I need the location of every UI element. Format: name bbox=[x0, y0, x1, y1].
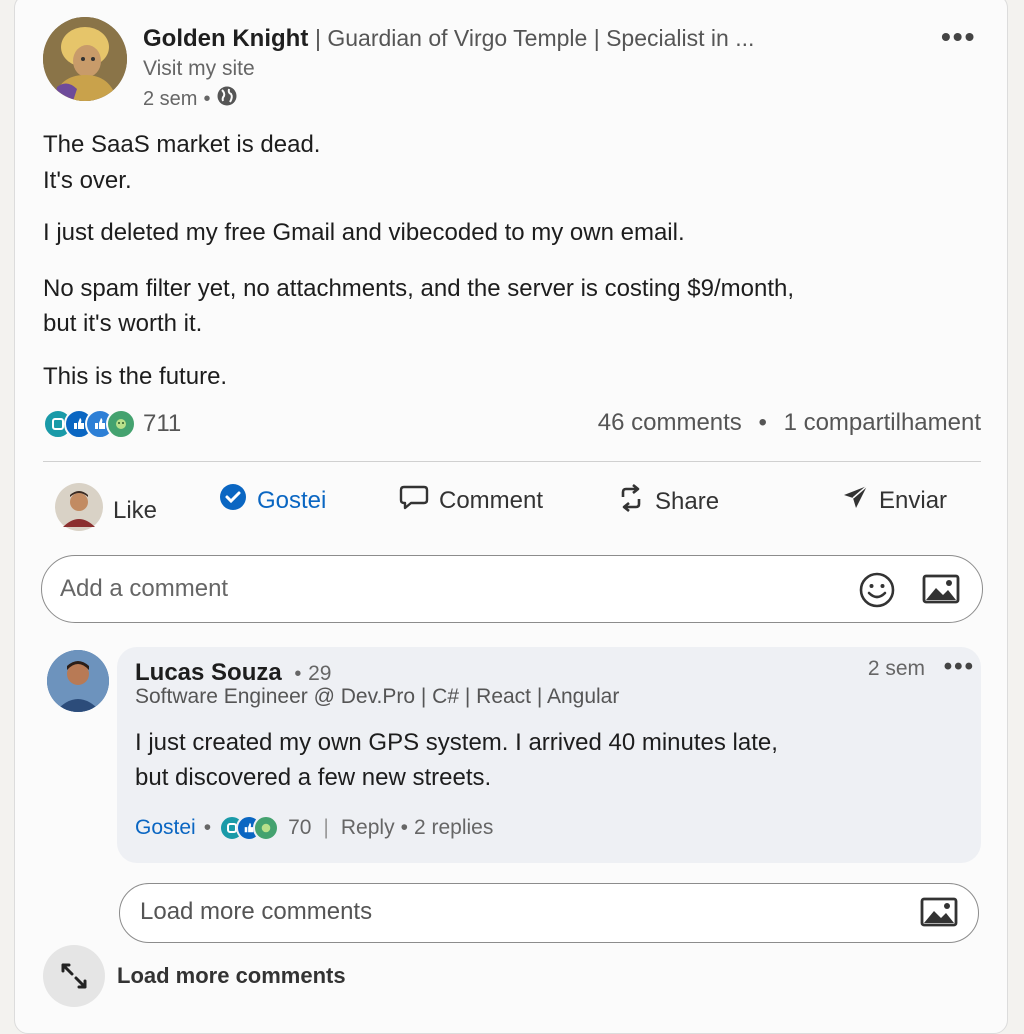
comment-bubble: Lucas Souza • 29 2 sem ••• Software Engi… bbox=[117, 647, 981, 863]
author-line: Golden Knight | Guardian of Virgo Temple… bbox=[143, 25, 754, 53]
comment-celebrate-icon bbox=[253, 815, 280, 841]
comment-button[interactable]: Comment bbox=[399, 483, 543, 518]
visit-site-link[interactable]: Visit my site bbox=[143, 57, 255, 81]
share-icon bbox=[617, 483, 645, 520]
comments-count-link[interactable]: 46 comments bbox=[598, 409, 742, 436]
globe-icon bbox=[216, 85, 238, 113]
comment-reactions-count[interactable]: 70 bbox=[288, 816, 311, 840]
load-more-link[interactable]: Load more comments bbox=[117, 963, 346, 989]
stats-separator: • bbox=[758, 409, 767, 436]
post-line-1: The SaaS market is dead. bbox=[43, 131, 321, 158]
celebrate-icon bbox=[106, 409, 136, 439]
load-more-image-icon[interactable] bbox=[920, 896, 958, 933]
send-icon bbox=[841, 483, 869, 518]
author-name[interactable]: Golden Knight bbox=[143, 25, 308, 52]
image-icon[interactable] bbox=[922, 573, 960, 610]
share-label: Share bbox=[655, 487, 720, 515]
gostei-label: Gostei bbox=[257, 486, 327, 514]
commenter-avatar[interactable] bbox=[47, 650, 109, 712]
comment-actions: Gostei • 70 | Reply • 2 replies bbox=[135, 815, 493, 841]
post-line-5: but it's worth it. bbox=[43, 310, 203, 337]
comment-line-2: but discovered a few new streets. bbox=[135, 764, 492, 791]
comment-line-1: I just created my own GPS system. I arri… bbox=[135, 729, 778, 756]
comment-input-placeholder: Add a comment bbox=[60, 575, 229, 602]
post-line-4: No spam filter yet, no attachments, and … bbox=[43, 275, 795, 302]
comment-gostei-button[interactable]: Gostei bbox=[135, 816, 196, 840]
gostei-button[interactable]: Gostei bbox=[219, 483, 326, 518]
load-more-input[interactable]: Load more comments bbox=[119, 883, 979, 943]
share-button[interactable]: Share bbox=[617, 483, 719, 520]
shares-count-link[interactable]: 1 compartilhament bbox=[784, 409, 981, 436]
post-stats: 46 comments • 1 compartilhament bbox=[598, 409, 981, 437]
my-avatar bbox=[55, 483, 103, 538]
commenter-name[interactable]: Lucas Souza bbox=[135, 659, 282, 686]
post-meta: 2 sem • bbox=[143, 85, 238, 113]
smile-icon[interactable] bbox=[858, 571, 896, 614]
like-label: Like bbox=[113, 496, 158, 524]
meta-separator: • bbox=[203, 87, 211, 110]
reply-button[interactable]: Reply bbox=[341, 816, 395, 840]
divider bbox=[43, 461, 981, 462]
author-avatar[interactable] bbox=[43, 17, 127, 101]
replies-link[interactable]: 2 replies bbox=[414, 816, 493, 840]
commenter-degree: 29 bbox=[308, 662, 332, 685]
reactions-summary[interactable]: 711 bbox=[43, 409, 181, 439]
comment-more-dots-icon[interactable]: ••• bbox=[944, 653, 975, 681]
send-button[interactable]: Enviar bbox=[841, 483, 947, 518]
more-dots-icon[interactable]: ••• bbox=[941, 21, 976, 53]
reply-separator: • bbox=[400, 816, 408, 839]
like-button[interactable]: Like bbox=[55, 483, 157, 538]
reactions-count: 711 bbox=[143, 410, 182, 437]
comment-icon bbox=[399, 483, 429, 518]
gostei-icon bbox=[219, 483, 247, 518]
post-line-3: I just deleted my free Gmail and vibecod… bbox=[43, 219, 685, 246]
load-more-input-text: Load more comments bbox=[140, 898, 373, 925]
comment-label: Comment bbox=[439, 486, 544, 514]
commenter-line: Lucas Souza • 29 bbox=[135, 659, 331, 687]
comment-input[interactable]: Add a comment bbox=[41, 555, 983, 623]
comment-time: 2 sem bbox=[867, 657, 925, 680]
comment-separator: • bbox=[203, 816, 212, 839]
comment-divider: | bbox=[323, 816, 329, 839]
post-time: 2 sem bbox=[143, 87, 198, 110]
commenter-headline: Software Engineer @ Dev.Pro | C# | React… bbox=[135, 685, 620, 708]
post-line-2: It's over. bbox=[43, 167, 132, 194]
post-line-6: This is the future. bbox=[43, 363, 228, 390]
post-card: Golden Knight | Guardian of Virgo Temple… bbox=[14, 0, 1008, 1034]
send-label: Enviar bbox=[879, 486, 948, 514]
expand-icon[interactable] bbox=[43, 945, 105, 1007]
degree-separator: • bbox=[294, 663, 302, 685]
author-headline: | Guardian of Virgo Temple | Specialist … bbox=[314, 25, 755, 51]
